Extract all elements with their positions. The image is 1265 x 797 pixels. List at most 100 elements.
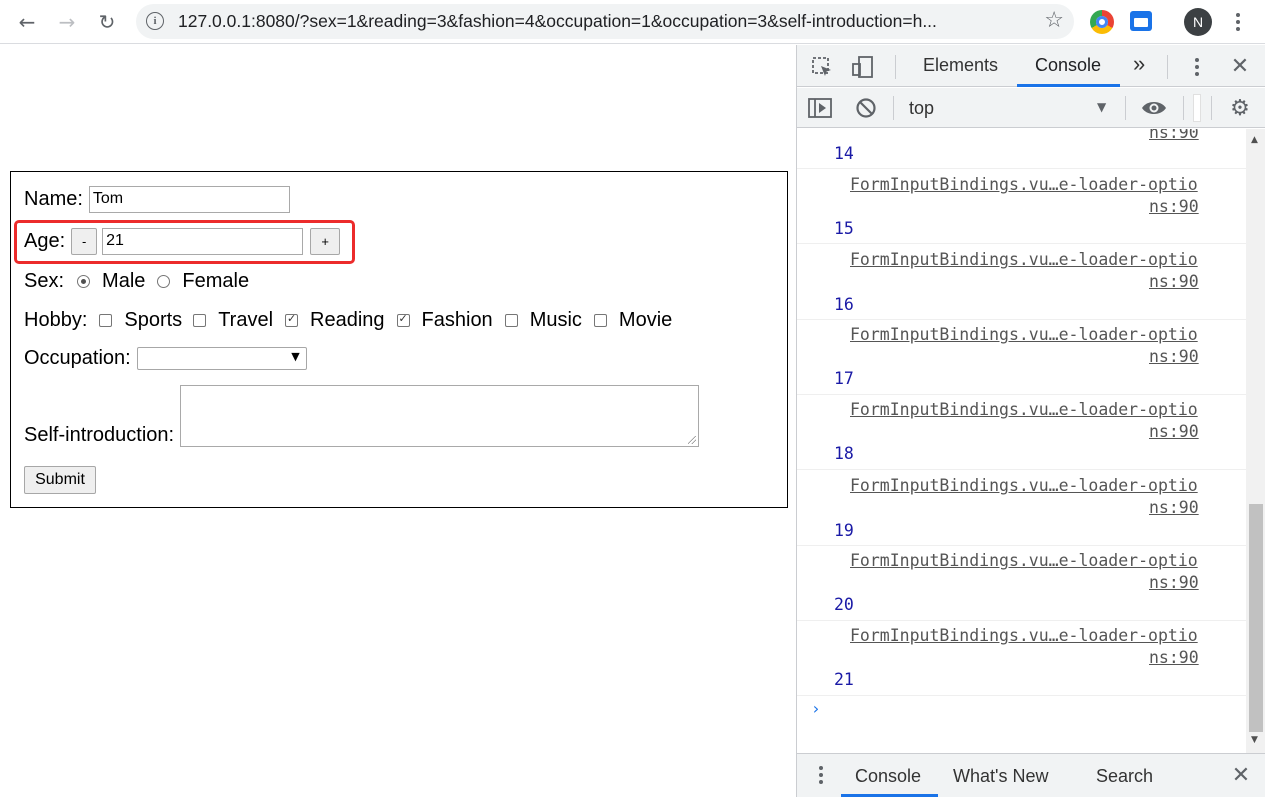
log-source-link[interactable]: ns:90	[1149, 272, 1199, 291]
sex-label: Sex:	[24, 270, 65, 292]
log-value: 18	[834, 444, 854, 463]
profile-avatar[interactable]: N	[1184, 8, 1212, 36]
hobby-sports-checkbox[interactable]	[99, 314, 113, 327]
hobby-reading-label: Reading	[310, 309, 385, 331]
hobby-travel-checkbox[interactable]	[193, 314, 207, 327]
hobby-label: Hobby:	[24, 309, 88, 331]
device-toolbar-icon[interactable]	[849, 54, 877, 80]
hobby-fashion-checkbox[interactable]	[396, 312, 410, 327]
context-selector[interactable]: top	[909, 98, 934, 119]
age-increment-button[interactable]: +	[310, 228, 341, 255]
close-drawer-icon[interactable]: ✕	[1229, 762, 1253, 788]
console-log: ns:90 14 FormInputBindings.vu…e-loader-o…	[797, 129, 1246, 755]
log-source-link[interactable]: FormInputBindings.vu…e-loader-optio	[850, 250, 1198, 269]
console-scrollbar[interactable]: ▲ ▼	[1246, 129, 1265, 755]
site-info-icon[interactable]: i	[146, 12, 164, 30]
devtools-drawer: Console What's New Search ✕	[797, 753, 1265, 797]
selfintro-textarea[interactable]	[180, 385, 700, 447]
hobby-movie-label: Movie	[618, 309, 673, 331]
log-value: 20	[834, 595, 854, 614]
occupation-select[interactable]: ▼	[136, 347, 307, 370]
inspect-element-icon[interactable]	[809, 54, 835, 80]
console-prompt-icon[interactable]: ›	[811, 699, 821, 718]
hobby-music-checkbox[interactable]	[504, 314, 518, 327]
toolbar-separator	[1125, 96, 1126, 120]
dropdown-caret-icon: ▼	[291, 350, 300, 363]
log-value: 19	[834, 521, 854, 540]
submit-button[interactable]: Submit	[24, 466, 96, 494]
live-expression-eye-icon[interactable]	[1139, 96, 1169, 120]
log-source-link[interactable]: ns:90	[1149, 422, 1199, 441]
sex-male-radio[interactable]	[77, 275, 91, 288]
drawer-menu-icon[interactable]	[811, 762, 831, 788]
log-entry: FormInputBindings.vu…e-loader-optio ns:9…	[797, 546, 1246, 621]
close-devtools-icon[interactable]: ✕	[1227, 53, 1253, 79]
drawer-tab-console[interactable]: Console	[855, 766, 921, 787]
tab-console[interactable]: Console	[1035, 55, 1101, 76]
hobby-movie-checkbox[interactable]	[593, 314, 607, 327]
devtools-menu-icon[interactable]	[1187, 54, 1207, 80]
occupation-label: Occupation:	[24, 347, 131, 369]
hobby-sports-label: Sports	[124, 309, 183, 331]
log-source-link[interactable]: FormInputBindings.vu…e-loader-optio	[850, 626, 1198, 645]
sex-row: Sex: Male Female	[24, 270, 249, 293]
sex-female-label: Female	[182, 270, 250, 292]
extension-icon[interactable]	[1090, 10, 1114, 34]
hobby-reading-checkbox[interactable]	[285, 312, 299, 327]
age-input[interactable]: 21	[102, 228, 304, 255]
toolbar-separator	[1183, 96, 1184, 120]
age-decrement-button[interactable]: -	[71, 228, 98, 255]
log-source-link[interactable]: ns:90	[1149, 648, 1199, 667]
log-value: 17	[834, 369, 854, 388]
filter-input[interactable]	[1193, 94, 1201, 122]
log-source-link[interactable]: ns:90	[1149, 498, 1199, 517]
scrollbar-thumb[interactable]	[1249, 504, 1263, 732]
drawer-tab-search[interactable]: Search	[1096, 766, 1153, 787]
back-arrow-icon[interactable]: ←	[12, 7, 42, 37]
log-source-link[interactable]: ns:90	[1149, 347, 1199, 366]
reload-icon[interactable]: ↻	[92, 7, 122, 37]
drawer-tab-whats-new[interactable]: What's New	[953, 766, 1048, 787]
sex-female-radio[interactable]	[157, 275, 171, 288]
clear-console-icon[interactable]	[853, 96, 879, 120]
log-entry: FormInputBindings.vu…e-loader-optio ns:9…	[797, 169, 1246, 244]
address-bar[interactable]: i 127.0.0.1:8080/?sex=1&reading=3&fashio…	[136, 4, 1074, 39]
log-source-link[interactable]: FormInputBindings.vu…e-loader-optio	[850, 476, 1198, 495]
log-source-link[interactable]: ns:90	[1149, 197, 1199, 216]
log-source-link[interactable]: FormInputBindings.vu…e-loader-optio	[850, 400, 1198, 419]
name-row: Name: Tom	[24, 186, 290, 213]
console-settings-gear-icon[interactable]: ⚙	[1227, 96, 1253, 121]
submit-row: Submit	[24, 466, 96, 494]
scroll-down-icon[interactable]: ▼	[1251, 735, 1258, 745]
bookmark-star-icon[interactable]: ☆	[1044, 8, 1064, 33]
tab-separator	[1167, 55, 1168, 79]
log-value: 14	[834, 144, 854, 163]
tab-elements[interactable]: Elements	[923, 55, 998, 76]
sidebar-toggle-icon[interactable]	[807, 96, 833, 120]
console-toolbar: top ▼ ⚙	[797, 88, 1265, 128]
sex-male-label: Male	[102, 270, 146, 292]
browser-menu-icon[interactable]	[1228, 8, 1248, 36]
active-tab-indicator	[1017, 84, 1120, 87]
log-value: 15	[834, 219, 854, 238]
toolbar-separator	[893, 96, 894, 120]
extension-window-icon[interactable]	[1130, 11, 1152, 31]
web-page: Name: Tom Age: - 21 + Sex: Male Female H…	[0, 45, 796, 797]
log-source-link[interactable]: FormInputBindings.vu…e-loader-optio	[850, 175, 1198, 194]
selfintro-row: Self-introduction:	[24, 385, 700, 447]
scroll-up-icon[interactable]: ▲	[1251, 135, 1258, 145]
name-input[interactable]: Tom	[88, 186, 290, 213]
forward-arrow-icon[interactable]: →	[52, 7, 82, 37]
log-source-link[interactable]: ns:90	[1149, 573, 1199, 592]
more-tabs-icon[interactable]: »	[1133, 51, 1145, 77]
log-source-link[interactable]: FormInputBindings.vu…e-loader-optio	[850, 325, 1198, 344]
log-source-link[interactable]: FormInputBindings.vu…e-loader-optio	[850, 551, 1198, 570]
selfintro-label: Self-introduction:	[24, 424, 175, 446]
address-url[interactable]: 127.0.0.1:8080/?sex=1&reading=3&fashion=…	[178, 11, 1030, 32]
browser-toolbar: ← → ↻ i 127.0.0.1:8080/?sex=1&reading=3&…	[0, 0, 1265, 44]
context-dropdown-icon[interactable]: ▼	[1097, 100, 1106, 114]
toolbar-separator	[1211, 96, 1212, 120]
log-entry: FormInputBindings.vu…e-loader-optio ns:9…	[797, 621, 1246, 696]
log-entry: FormInputBindings.vu…e-loader-optio ns:9…	[797, 244, 1246, 320]
hobby-fashion-label: Fashion	[421, 309, 493, 331]
